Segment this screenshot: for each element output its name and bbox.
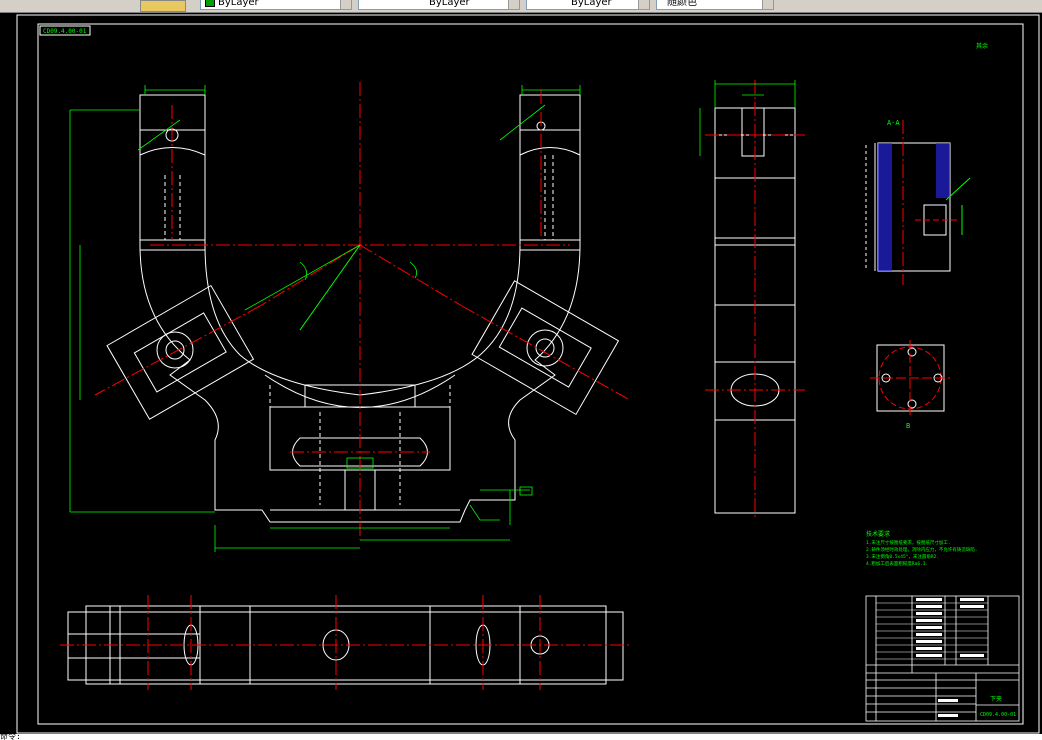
color-value: ByLayer bbox=[218, 0, 259, 8]
tech-requirements: 技术要求 1.未注尺寸按图纸要求，按图纸尺寸加工. 2.铸件须经时效处理，消除内… bbox=[866, 530, 978, 567]
title-block-drawing-number: CD09.4.00-01 bbox=[980, 712, 1016, 718]
color-dropdown[interactable]: ByLayer bbox=[200, 0, 352, 10]
lineweight-value: ByLayer bbox=[571, 0, 612, 8]
side-view-center-lines bbox=[705, 80, 805, 520]
title-block-rows bbox=[876, 602, 988, 660]
roughness-note: 其余 bbox=[976, 42, 988, 50]
front-view-center-lines bbox=[94, 82, 631, 540]
chevron-down-icon[interactable] bbox=[638, 0, 649, 9]
top-view-center-lines bbox=[60, 595, 630, 690]
command-line[interactable]: 命令: bbox=[0, 734, 1042, 740]
lineweight-dropdown[interactable]: ByLayer bbox=[526, 0, 650, 10]
linetype-dropdown[interactable]: ByLayer bbox=[358, 0, 520, 10]
drawing-canvas[interactable]: CD09.4.00-01 其余 A-A B 技术要求 1.未注尺寸按图纸要求，按… bbox=[0, 13, 1042, 735]
chevron-down-icon[interactable] bbox=[762, 0, 773, 9]
layer-tools-icon[interactable] bbox=[140, 0, 186, 12]
tech-requirement-line: 1.未注尺寸按图纸要求，按图纸尺寸加工. bbox=[866, 539, 951, 546]
plotstyle-dropdown[interactable]: 随颜色 bbox=[656, 0, 774, 10]
chevron-down-icon[interactable] bbox=[508, 0, 519, 9]
section-label: A-A bbox=[887, 119, 900, 127]
tech-requirement-line: 4.粗加工后表面粗糙度Ra6.3. bbox=[866, 560, 928, 567]
tech-requirement-line: 2.铸件须经时效处理，消除内应力，不允许有铸造缺陷. bbox=[866, 546, 978, 553]
side-view-dimensions bbox=[699, 80, 796, 156]
title-block-fills bbox=[916, 598, 984, 717]
section-view: A-A bbox=[865, 119, 971, 285]
tech-requirement-line: 3.未注倒角0.5x45°，未注圆角R2. bbox=[866, 553, 939, 560]
color-swatch-icon bbox=[205, 0, 215, 7]
title-block-part-name: 下夹 bbox=[990, 695, 1002, 703]
tech-requirements-title: 技术要求 bbox=[866, 530, 890, 538]
drawing-number-label: CD09.4.00-01 bbox=[43, 28, 87, 35]
linetype-value: ByLayer bbox=[429, 0, 470, 8]
view-b-label: B bbox=[906, 422, 910, 430]
chevron-down-icon[interactable] bbox=[340, 0, 351, 9]
plotstyle-value: 随颜色 bbox=[667, 0, 697, 8]
properties-toolbar: ByLayer ByLayer ByLayer 随颜色 bbox=[0, 0, 1042, 13]
detail-view-b: B bbox=[870, 340, 950, 430]
front-view-dimensions bbox=[69, 85, 581, 552]
